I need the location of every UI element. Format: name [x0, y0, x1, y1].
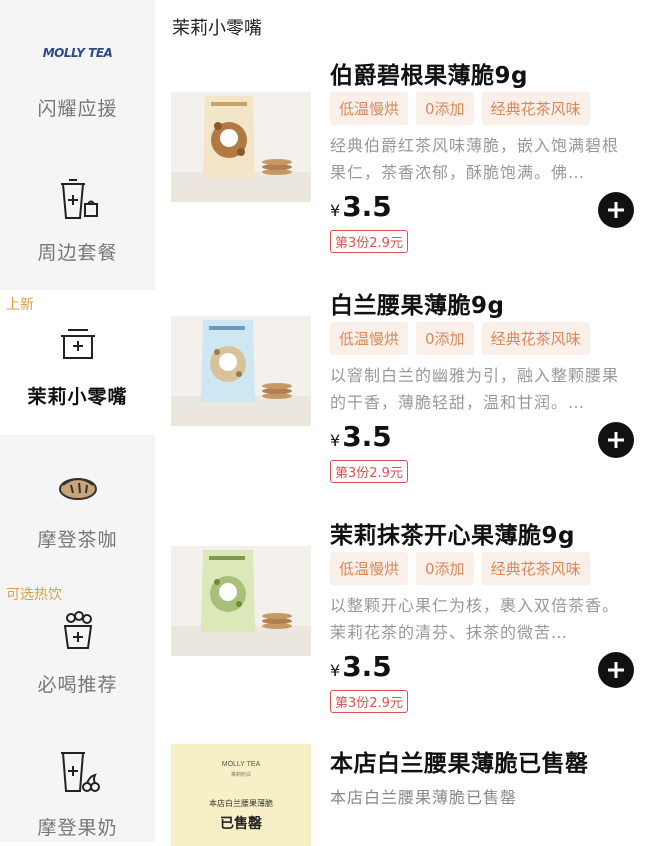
product-price: ¥3.5 — [330, 650, 392, 683]
product-tags: 低温慢烘 0添加 经典花茶风味 — [330, 552, 590, 585]
product-tag: 低温慢烘 — [330, 322, 409, 355]
product-description: 以窨制白兰的幽雅为引，融入整颗腰果的干香，薄脆轻甜，温和甘润。… — [330, 366, 620, 412]
sold-out-description: 本店白兰腰果薄脆已售罄 — [330, 788, 518, 807]
flower-cup-icon — [63, 611, 92, 649]
product-tag: 0添加 — [416, 552, 474, 585]
product-card[interactable]: 伯爵碧根果薄脆9g 低温慢烘 0添加 经典花茶风味 经典伯爵红茶风味薄脆，嵌入饱… — [155, 50, 650, 265]
add-to-cart-button[interactable] — [598, 192, 634, 228]
sidebar-item-label: 闪耀应援 — [37, 98, 118, 120]
promo-badge: 第3份2.9元 — [330, 460, 408, 483]
product-tag: 经典花茶风味 — [481, 552, 590, 585]
product-price: ¥3.5 — [330, 420, 392, 453]
sidebar-item-label: 摩登茶咖 — [37, 529, 118, 551]
product-tag: 低温慢烘 — [330, 552, 409, 585]
product-tag: 经典花茶风味 — [481, 92, 590, 125]
product-tags: 低温慢烘 0添加 经典花茶风味 — [330, 92, 590, 125]
product-card[interactable]: 白兰腰果薄脆9g 低温慢烘 0添加 经典花茶风味 以窨制白兰的幽雅为引，融入整颗… — [155, 280, 650, 495]
sold-out-image-line1: 本店白兰腰果薄脆 — [209, 798, 273, 808]
add-to-cart-button[interactable] — [598, 422, 634, 458]
sidebar-item-label: 周边套餐 — [37, 242, 118, 264]
product-description: 经典伯爵红茶风味薄脆，嵌入饱满碧根果仁，茶香浓郁，酥脆饱满。佛… — [330, 136, 620, 182]
sidebar-item-modern-fruit-milk[interactable]: 摩登果奶 — [0, 725, 155, 842]
sidebar-item-modern-tea-coffee[interactable]: 摩登茶咖 — [0, 435, 155, 580]
sold-out-image-brand: MOLLY TEA — [222, 761, 261, 768]
category-sidebar: MOLLY TEA 闪耀应援 周边套餐 上新 茉莉小零嘴 摩登茶咖 可选热饮 必… — [0, 0, 155, 842]
add-to-cart-button[interactable] — [598, 652, 634, 688]
price-value: 3.5 — [342, 650, 392, 683]
product-name: 茉莉抹茶开心果薄脆9g — [330, 523, 575, 549]
snack-box-icon — [60, 329, 95, 359]
promo-badge: 第3份2.9元 — [330, 230, 408, 253]
sold-out-image-line2: 已售罄 — [220, 815, 262, 832]
cup-with-bag-icon — [60, 179, 98, 219]
product-name: 伯爵碧根果薄脆9g — [330, 63, 528, 89]
product-tag: 0添加 — [416, 322, 474, 355]
price-value: 3.5 — [342, 190, 392, 223]
product-tags: 低温慢烘 0添加 经典花茶风味 — [330, 322, 590, 355]
brand-logo: MOLLY TEA — [42, 46, 113, 60]
product-image — [171, 316, 311, 426]
sidebar-item-label: 茉莉小零嘴 — [27, 386, 128, 408]
sidebar-item-must-drink[interactable]: 可选热饮 必喝推荐 — [0, 580, 155, 725]
price-value: 3.5 — [342, 420, 392, 453]
product-image — [171, 546, 311, 656]
product-tag: 低温慢烘 — [330, 92, 409, 125]
product-card[interactable]: 茉莉抹茶开心果薄脆9g 低温慢烘 0添加 经典花茶风味 以整颗开心果仁为核，裹入… — [155, 510, 650, 725]
sidebar-item-merch-combo[interactable]: 周边套餐 — [0, 150, 155, 290]
sold-out-image: MOLLY TEA 茉莉奶白 本店白兰腰果薄脆 已售罄 — [171, 744, 311, 846]
coffee-cookie-icon — [58, 478, 97, 500]
sold-out-card: MOLLY TEA 茉莉奶白 本店白兰腰果薄脆 已售罄 本店白兰腰果薄脆已售罄 … — [155, 740, 650, 846]
product-image — [171, 92, 311, 202]
product-description: 以整颗开心果仁为核，裹入双倍茶香。茉莉花茶的清芬、抹茶的微苦… — [330, 596, 620, 642]
product-tag: 0添加 — [416, 92, 474, 125]
sidebar-item-jasmine-snacks[interactable]: 上新 茉莉小零嘴 — [0, 290, 155, 435]
sidebar-item-label: 必喝推荐 — [37, 674, 118, 696]
currency-symbol: ¥ — [330, 431, 341, 450]
sidebar-item-label: 摩登果奶 — [37, 817, 118, 839]
new-badge: 上新 — [6, 297, 34, 313]
sold-out-image-brand-sub: 茉莉奶白 — [231, 771, 251, 778]
sidebar-item-shining-support[interactable]: MOLLY TEA 闪耀应援 — [0, 0, 155, 150]
product-tag: 经典花茶风味 — [481, 322, 590, 355]
section-title: 茉莉小零嘴 — [172, 18, 262, 39]
currency-symbol: ¥ — [330, 661, 341, 680]
cup-with-cherry-icon — [60, 752, 100, 792]
hot-drink-badge: 可选热饮 — [6, 587, 62, 603]
product-price: ¥3.5 — [330, 190, 392, 223]
promo-badge: 第3份2.9元 — [330, 690, 408, 713]
sold-out-title: 本店白兰腰果薄脆已售罄 — [330, 751, 589, 777]
product-name: 白兰腰果薄脆9g — [330, 293, 505, 319]
currency-symbol: ¥ — [330, 201, 341, 220]
